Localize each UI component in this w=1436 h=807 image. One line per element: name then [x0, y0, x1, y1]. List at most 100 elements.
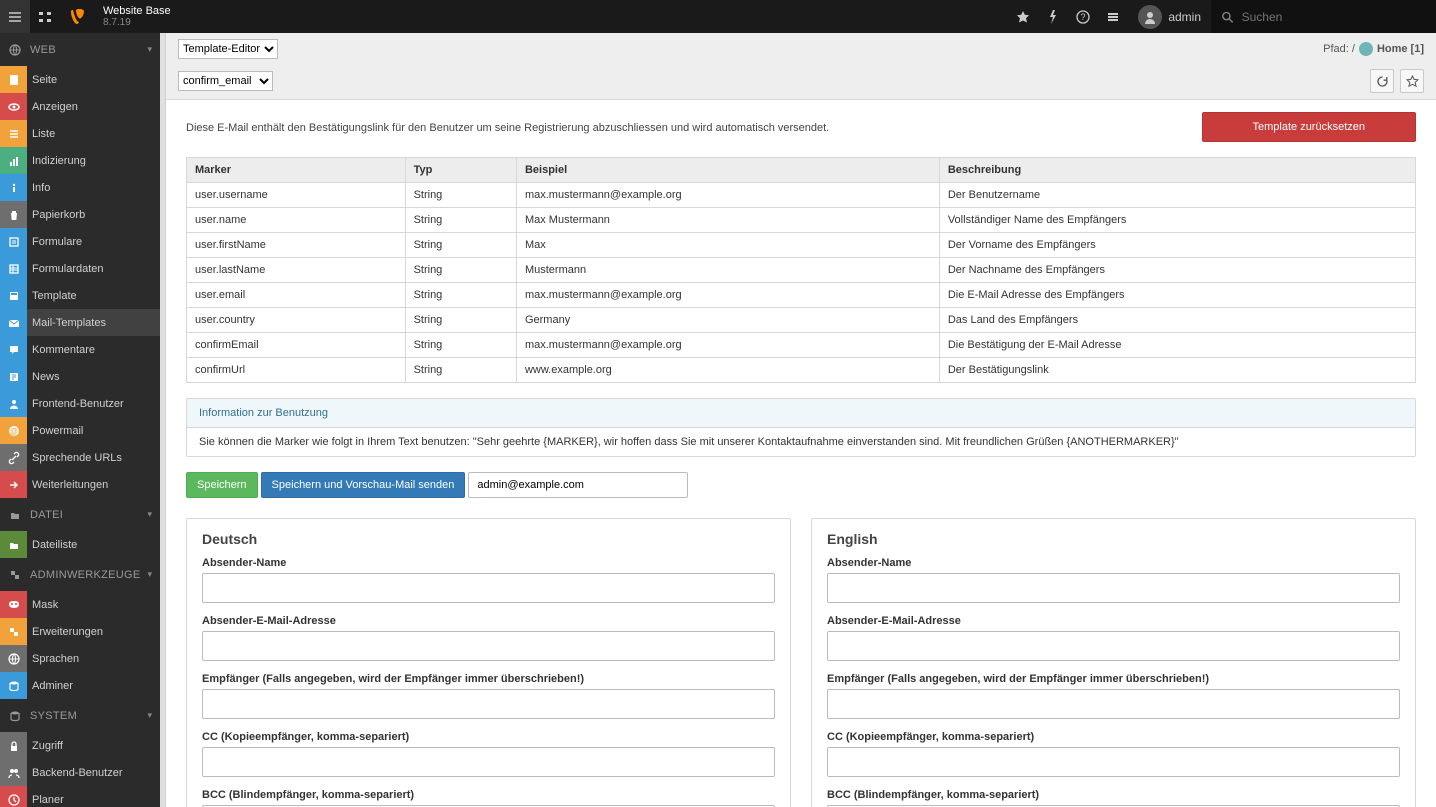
table-cell: Max: [516, 233, 939, 258]
sidebar-item-label: Mail-Templates: [27, 317, 106, 329]
field-bcc: BCC (Blindempfänger, komma-separiert): [827, 789, 1400, 807]
preview-email-input[interactable]: [468, 472, 688, 498]
table-cell: String: [405, 308, 516, 333]
sidebar-group-admin[interactable]: ADMINWERKZEUGE▾: [0, 558, 160, 591]
sidebar-item-weiterleitungen[interactable]: Weiterleitungen: [0, 471, 160, 498]
table-row: user.usernameStringmax.mustermann@exampl…: [187, 183, 1416, 208]
sidebar-item-zugriff[interactable]: Zugriff: [0, 732, 160, 759]
sidebar-item-indizierung[interactable]: Indizierung: [0, 147, 160, 174]
doc-header: Template-Editor Pfad: / Home [1] confirm…: [166, 33, 1436, 100]
sidebar-item-planer[interactable]: Planer: [0, 786, 160, 807]
ext-icon: [0, 618, 27, 645]
sidebar-item-label: Weiterleitungen: [27, 479, 108, 491]
field-label: BCC (Blindempfänger, komma-separiert): [202, 789, 775, 801]
link-icon: [0, 444, 27, 471]
sidebar-item-papierkorb[interactable]: Papierkorb: [0, 201, 160, 228]
search-input[interactable]: [1242, 10, 1426, 24]
mask-icon: [0, 591, 27, 618]
sidebar-item-info[interactable]: Info: [0, 174, 160, 201]
data-icon: [0, 255, 27, 282]
table-cell: Der Nachname des Empfängers: [939, 258, 1415, 283]
list-icon: [0, 120, 27, 147]
sidebar-item-label: Papierkorb: [27, 209, 85, 221]
form-icon: [0, 228, 27, 255]
sidebar-item-label: Indizierung: [27, 155, 86, 167]
intro-text: Diese E-Mail enthält den Bestätigungslin…: [186, 112, 829, 134]
sidebar-item-powermail[interactable]: @Powermail: [0, 417, 160, 444]
sidebar-item-label: Adminer: [27, 680, 73, 692]
cc-input[interactable]: [202, 747, 775, 777]
sidebar-item-erweiterungen[interactable]: Erweiterungen: [0, 618, 160, 645]
field-label: Empfänger (Falls angegeben, wird der Emp…: [827, 673, 1400, 685]
site-name: Website Base: [103, 5, 171, 17]
sidebar-item-kommentare[interactable]: Kommentare: [0, 336, 160, 363]
apps-button[interactable]: [1098, 0, 1128, 33]
group-icon: [6, 709, 24, 723]
group-icon: [6, 43, 24, 57]
sidebar-item-adminer[interactable]: Adminer: [0, 672, 160, 699]
table-cell: String: [405, 358, 516, 383]
template-select[interactable]: confirm_email: [178, 71, 273, 91]
sender_name-input[interactable]: [827, 573, 1400, 603]
field-sender_name: Absender-Name: [202, 557, 775, 603]
bookmark-button[interactable]: [1008, 0, 1038, 33]
sidebar-group-datei[interactable]: DATEI▾: [0, 498, 160, 531]
sidebar-item-formulare[interactable]: Formulare: [0, 228, 160, 255]
table-cell: Mustermann: [516, 258, 939, 283]
table-row: confirmUrlStringwww.example.orgDer Bestä…: [187, 358, 1416, 383]
sidebar-item-sprachen[interactable]: Sprachen: [0, 645, 160, 672]
group-label: ADMINWERKZEUGE: [30, 569, 147, 581]
sidebar-item-frontend-benutzer[interactable]: Frontend-Benutzer: [0, 390, 160, 417]
recipient-input[interactable]: [827, 689, 1400, 719]
search-box[interactable]: [1211, 0, 1436, 33]
user-menu[interactable]: admin: [1128, 0, 1211, 33]
sidebar-item-liste[interactable]: Liste: [0, 120, 160, 147]
sender_email-input[interactable]: [202, 631, 775, 661]
sidebar-item-formulardaten[interactable]: Formulardaten: [0, 255, 160, 282]
sidebar-item-label: Frontend-Benutzer: [27, 398, 124, 410]
sender_email-input[interactable]: [827, 631, 1400, 661]
sidebar-item-seite[interactable]: Seite: [0, 66, 160, 93]
help-button[interactable]: ?: [1068, 0, 1098, 33]
sidebar-item-backend-benutzer[interactable]: Backend-Benutzer: [0, 759, 160, 786]
template-editor-select[interactable]: Template-Editor: [178, 39, 278, 59]
sender_name-input[interactable]: [202, 573, 775, 603]
home-label[interactable]: Home [1]: [1377, 43, 1424, 55]
news-icon: [0, 363, 27, 390]
sidebar-item-anzeigen[interactable]: Anzeigen: [0, 93, 160, 120]
clock-icon: [0, 786, 27, 807]
save-button[interactable]: Speichern: [186, 472, 258, 498]
sidebar-item-label: Info: [27, 182, 50, 194]
sidebar-item-template[interactable]: Template: [0, 282, 160, 309]
sidebar-item-label: Sprachen: [27, 653, 79, 665]
search-icon: [1221, 10, 1234, 24]
sidebar-item-label: Sprechende URLs: [27, 452, 122, 464]
sidebar-item-mask[interactable]: Mask: [0, 591, 160, 618]
bookmark-doc-button[interactable]: [1400, 69, 1424, 93]
sidebar-group-web[interactable]: WEB▾: [0, 33, 160, 66]
refresh-button[interactable]: [1370, 69, 1394, 93]
db-icon: [0, 672, 27, 699]
sidebar-item-mail-templates[interactable]: Mail-Templates: [0, 309, 160, 336]
sidebar-item-dateiliste[interactable]: Dateiliste: [0, 531, 160, 558]
sidebar-item-label: Template: [27, 290, 77, 302]
sidebar-item-news[interactable]: News: [0, 363, 160, 390]
mail-icon: [0, 309, 27, 336]
tree-toggle-button[interactable]: [30, 0, 60, 33]
table-row: user.countryStringGermanyDas Land des Em…: [187, 308, 1416, 333]
reset-template-button[interactable]: Template zurücksetzen: [1202, 112, 1417, 142]
table-cell: String: [405, 258, 516, 283]
cache-button[interactable]: [1038, 0, 1068, 33]
save-preview-button[interactable]: Speichern und Vorschau-Mail senden: [261, 472, 466, 498]
sidebar-item-label: Erweiterungen: [27, 626, 103, 638]
table-cell: Der Benutzername: [939, 183, 1415, 208]
user-name: admin: [1168, 10, 1201, 24]
cc-input[interactable]: [827, 747, 1400, 777]
info-panel-title: Information zur Benutzung: [187, 399, 1415, 428]
menu-toggle-button[interactable]: [0, 0, 30, 33]
field-label: Absender-E-Mail-Adresse: [202, 615, 775, 627]
sidebar-item-sprechende-urls[interactable]: Sprechende URLs: [0, 444, 160, 471]
lang-column-0: DeutschAbsender-NameAbsender-E-Mail-Adre…: [186, 518, 791, 807]
recipient-input[interactable]: [202, 689, 775, 719]
sidebar-group-system[interactable]: SYSTEM▾: [0, 699, 160, 732]
